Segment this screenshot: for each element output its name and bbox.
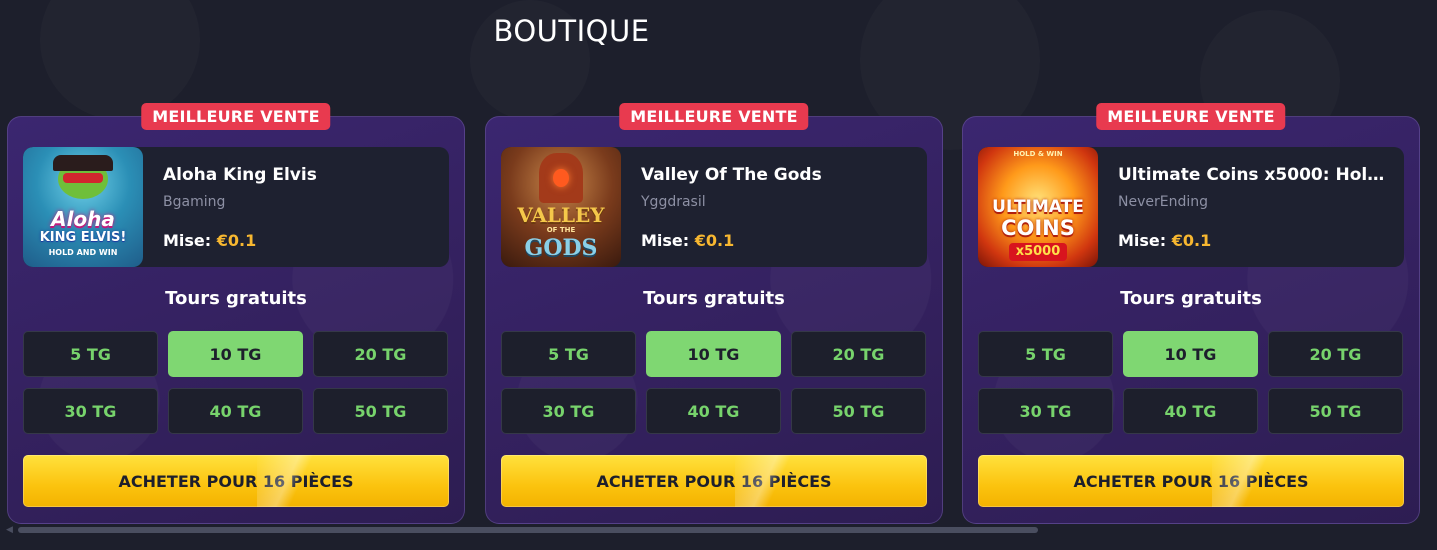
spins-option-10[interactable]: 10 TG <box>646 331 781 377</box>
best-seller-badge: MEILLEURE VENTE <box>141 103 331 130</box>
spins-option-5[interactable]: 5 TG <box>501 331 636 377</box>
bet-label: Mise: <box>1118 231 1167 250</box>
bet-value: €0.1 <box>1171 231 1212 250</box>
spins-option-30[interactable]: 30 TG <box>978 388 1113 434</box>
game-name: Aloha King Elvis <box>163 165 317 185</box>
spins-option-50[interactable]: 50 TG <box>313 388 448 434</box>
game-thumbnail[interactable]: VALLEY OF THE GODS <box>501 147 621 267</box>
shop-card: MEILLEURE VENTE VALLEY OF THE GODS Valle… <box>485 103 943 524</box>
spins-option-40[interactable]: 40 TG <box>168 388 303 434</box>
spins-option-50[interactable]: 50 TG <box>1268 388 1403 434</box>
spins-option-30[interactable]: 30 TG <box>23 388 158 434</box>
shop-card: MEILLEURE VENTE Aloha KING ELVIS! HOLD A… <box>7 103 465 524</box>
scroll-left-icon[interactable]: ◀ <box>6 525 13 535</box>
spins-option-10[interactable]: 10 TG <box>1123 331 1258 377</box>
scrollbar-thumb[interactable] <box>18 527 1038 533</box>
spins-option-40[interactable]: 40 TG <box>646 388 781 434</box>
game-provider: Bgaming <box>163 194 226 210</box>
bet-info: Mise: €0.1 <box>641 231 734 250</box>
game-thumbnail[interactable]: HOLD & WIN ULTIMATE COINS x5000 <box>978 147 1098 267</box>
free-spins-title: Tours gratuits <box>165 288 307 309</box>
page-title: BOUTIQUE <box>493 14 650 48</box>
shop-card: MEILLEURE VENTE HOLD & WIN ULTIMATE COIN… <box>962 103 1420 524</box>
game-info[interactable]: HOLD & WIN ULTIMATE COINS x5000 Ultimate… <box>978 147 1404 267</box>
spins-option-20[interactable]: 20 TG <box>313 331 448 377</box>
buy-button[interactable]: ACHETER POUR 16 PIÈCES <box>501 455 927 507</box>
spins-option-50[interactable]: 50 TG <box>791 388 926 434</box>
game-name: Valley Of The Gods <box>641 165 822 185</box>
game-provider: NeverEnding <box>1118 194 1208 210</box>
bet-value: €0.1 <box>216 231 257 250</box>
spins-option-20[interactable]: 20 TG <box>791 331 926 377</box>
spins-option-20[interactable]: 20 TG <box>1268 331 1403 377</box>
bet-info: Mise: €0.1 <box>1118 231 1211 250</box>
spins-option-5[interactable]: 5 TG <box>23 331 158 377</box>
spins-option-30[interactable]: 30 TG <box>501 388 636 434</box>
bet-value: €0.1 <box>694 231 735 250</box>
free-spins-title: Tours gratuits <box>643 288 785 309</box>
game-provider: Yggdrasil <box>641 194 706 210</box>
spins-option-5[interactable]: 5 TG <box>978 331 1113 377</box>
free-spins-title: Tours gratuits <box>1120 288 1262 309</box>
spins-option-40[interactable]: 40 TG <box>1123 388 1258 434</box>
spins-option-10[interactable]: 10 TG <box>168 331 303 377</box>
game-thumbnail[interactable]: Aloha KING ELVIS! HOLD AND WIN <box>23 147 143 267</box>
game-info[interactable]: Aloha KING ELVIS! HOLD AND WIN Aloha Kin… <box>23 147 449 267</box>
bet-info: Mise: €0.1 <box>163 231 256 250</box>
buy-button[interactable]: ACHETER POUR 16 PIÈCES <box>978 455 1404 507</box>
best-seller-badge: MEILLEURE VENTE <box>1096 103 1286 130</box>
bet-label: Mise: <box>641 231 690 250</box>
horizontal-scrollbar[interactable]: ◀ <box>0 524 1437 536</box>
bet-label: Mise: <box>163 231 212 250</box>
game-info[interactable]: VALLEY OF THE GODS Valley Of The Gods Yg… <box>501 147 927 267</box>
buy-button[interactable]: ACHETER POUR 16 PIÈCES <box>23 455 449 507</box>
best-seller-badge: MEILLEURE VENTE <box>619 103 809 130</box>
game-name: Ultimate Coins x5000: Hold… <box>1118 165 1393 185</box>
